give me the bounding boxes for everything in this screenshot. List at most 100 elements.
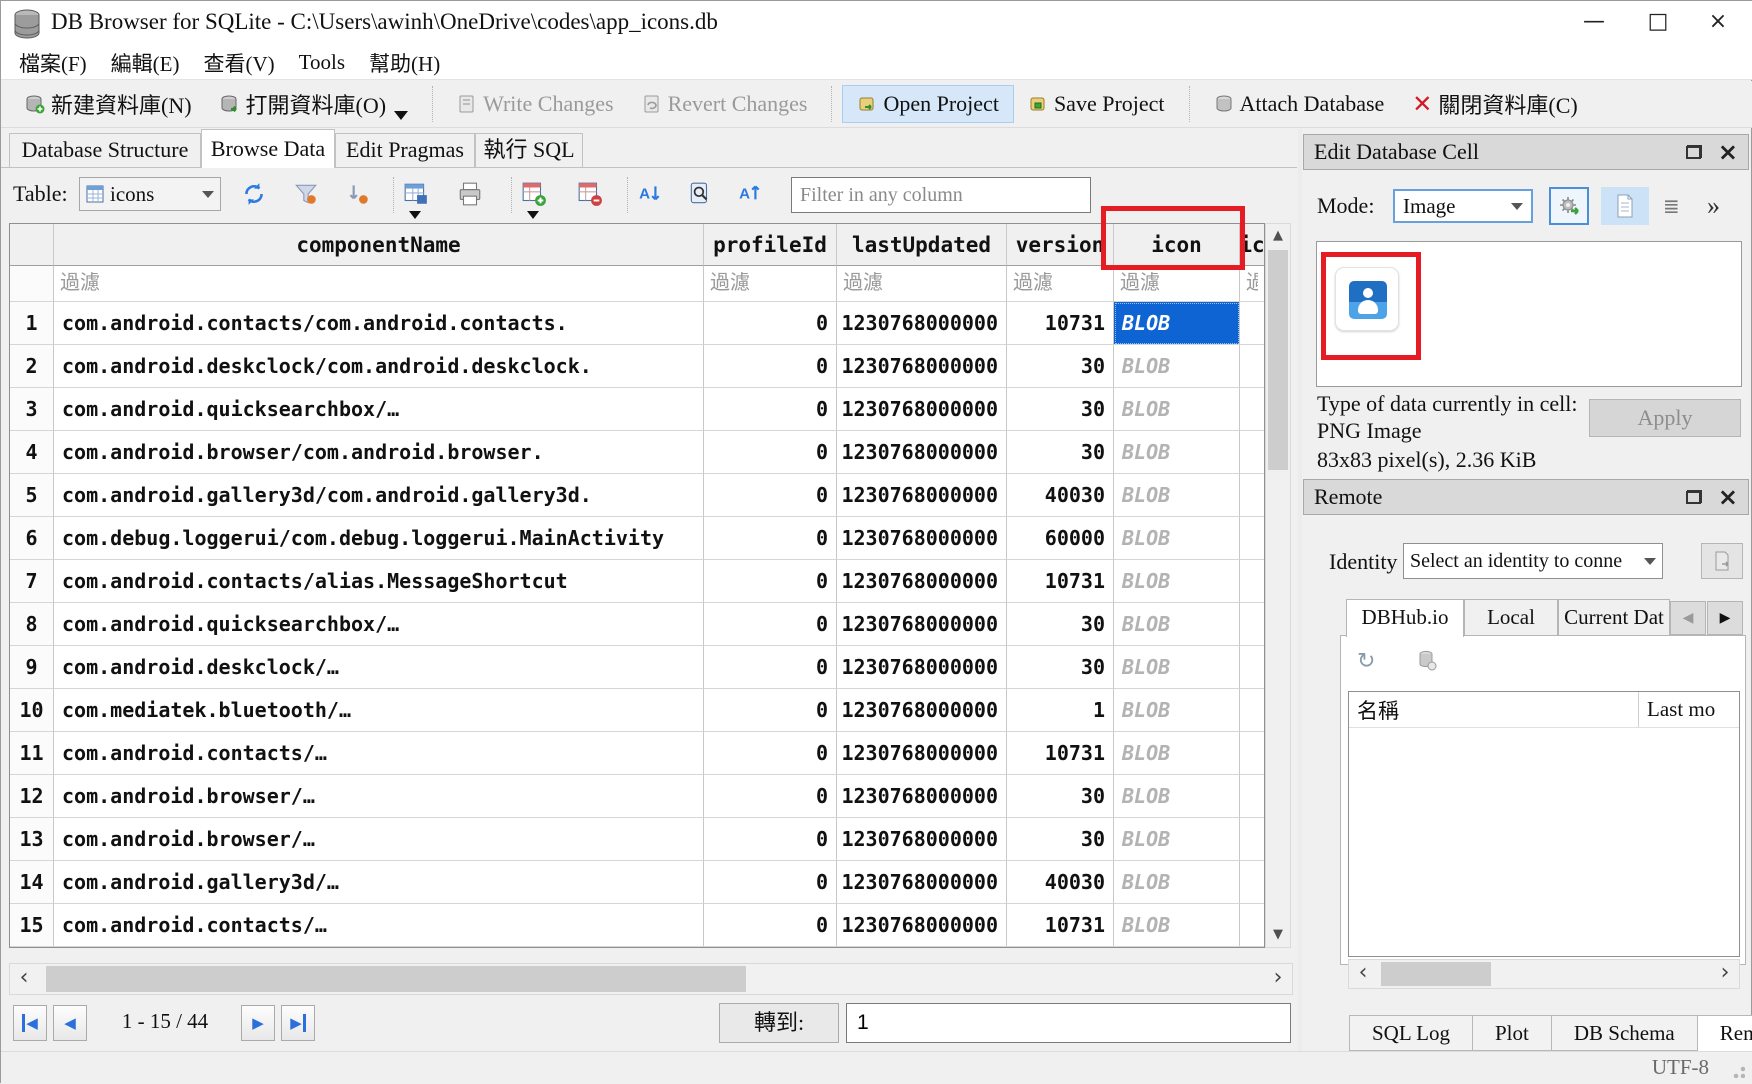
- cell-icon-blob[interactable]: BLOB: [1114, 431, 1240, 474]
- cell-partial[interactable]: [1240, 302, 1264, 345]
- refresh-icon[interactable]: ↻: [1357, 649, 1375, 674]
- cell-profileid[interactable]: 0: [704, 775, 837, 818]
- cell-icon-blob[interactable]: BLOB: [1114, 345, 1240, 388]
- tab-scroll-right-icon[interactable]: ▶: [1707, 601, 1743, 635]
- cell-lastupdated[interactable]: 1230768000000: [837, 732, 1007, 775]
- cell-version[interactable]: 10731: [1007, 904, 1114, 947]
- remote-tab-dbhub[interactable]: DBHub.io: [1346, 599, 1464, 637]
- refresh-icon[interactable]: [241, 181, 267, 207]
- cell-partial[interactable]: [1240, 388, 1264, 431]
- cell-lastupdated[interactable]: 1230768000000: [837, 560, 1007, 603]
- delete-record-icon[interactable]: [577, 181, 603, 207]
- cell-lastupdated[interactable]: 1230768000000: [837, 431, 1007, 474]
- menu-item[interactable]: 檔案(F): [7, 46, 99, 79]
- cell-lastupdated[interactable]: 1230768000000: [837, 775, 1007, 818]
- revert-changes-button[interactable]: Revert Changes: [628, 86, 822, 122]
- row-number[interactable]: 1: [10, 302, 54, 345]
- cell-componentname[interactable]: com.android.quicksearchbox/…: [54, 388, 704, 431]
- cell-partial[interactable]: [1240, 732, 1264, 775]
- menu-item[interactable]: 編輯(E): [99, 46, 192, 79]
- mode-select[interactable]: Image: [1393, 189, 1533, 223]
- cell-componentname[interactable]: com.android.gallery3d/…: [54, 861, 704, 904]
- tree-column-name[interactable]: 名稱: [1349, 692, 1639, 727]
- resize-grip[interactable]: [1731, 1064, 1745, 1078]
- cell-profileid[interactable]: 0: [704, 431, 837, 474]
- cell-icon-blob[interactable]: BLOB: [1114, 302, 1240, 345]
- import-data-button[interactable]: [1549, 187, 1589, 225]
- global-filter-input[interactable]: [791, 177, 1091, 213]
- apply-button[interactable]: Apply: [1589, 399, 1741, 437]
- remote-tab-local[interactable]: Local: [1464, 599, 1558, 635]
- cell-componentname[interactable]: com.debug.loggerui/com.debug.loggerui.Ma…: [54, 517, 704, 560]
- cell-lastupdated[interactable]: 1230768000000: [837, 345, 1007, 388]
- identity-select[interactable]: Select an identity to conne: [1403, 543, 1663, 579]
- insert-record-dropdown-icon[interactable]: [527, 211, 539, 219]
- row-number[interactable]: 15: [10, 904, 54, 947]
- save-project-button[interactable]: Save Project: [1014, 86, 1179, 122]
- filter-profileid-input[interactable]: [704, 266, 836, 301]
- tab-db-schema[interactable]: DB Schema: [1552, 1015, 1698, 1051]
- cell-version[interactable]: 30: [1007, 431, 1114, 474]
- encoding-selector[interactable]: UTF-8: [1652, 1055, 1709, 1080]
- cell-lastupdated[interactable]: 1230768000000: [837, 388, 1007, 431]
- cell-componentname[interactable]: com.android.contacts/…: [54, 732, 704, 775]
- cell-profileid[interactable]: 0: [704, 861, 837, 904]
- cell-icon-blob[interactable]: BLOB: [1114, 646, 1240, 689]
- first-page-button[interactable]: ◀: [13, 1005, 47, 1041]
- new-database-button[interactable]: 新建資料庫(N): [11, 83, 206, 125]
- cell-partial[interactable]: [1240, 345, 1264, 388]
- cell-profileid[interactable]: 0: [704, 603, 837, 646]
- tab-execute-sql[interactable]: 執行 SQL: [475, 133, 583, 167]
- remote-file-tree[interactable]: 名稱 Last mo: [1348, 691, 1740, 957]
- cell-lastupdated[interactable]: 1230768000000: [837, 517, 1007, 560]
- row-number[interactable]: 11: [10, 732, 54, 775]
- goto-record-input[interactable]: [846, 1003, 1291, 1043]
- tree-column-last-modified[interactable]: Last mo: [1639, 697, 1715, 722]
- close-button[interactable]: ×: [1689, 1, 1747, 43]
- float-panel-icon[interactable]: [1686, 490, 1702, 504]
- close-panel-icon[interactable]: ×: [1718, 487, 1738, 507]
- grid-horizontal-scrollbar[interactable]: ‹ ›: [9, 963, 1293, 995]
- menu-item[interactable]: Tools: [287, 46, 357, 79]
- close-database-button[interactable]: ✕ 關閉資料庫(C): [1398, 83, 1591, 125]
- cell-profileid[interactable]: 0: [704, 302, 837, 345]
- cell-componentname[interactable]: com.android.quicksearchbox/…: [54, 603, 704, 646]
- menu-item[interactable]: 查看(V): [192, 46, 287, 79]
- corner-header[interactable]: [10, 224, 54, 266]
- cell-partial[interactable]: [1240, 474, 1264, 517]
- cell-version[interactable]: 60000: [1007, 517, 1114, 560]
- cell-componentname[interactable]: com.android.browser/com.android.browser.: [54, 431, 704, 474]
- row-number[interactable]: 8: [10, 603, 54, 646]
- previous-page-button[interactable]: ◀: [53, 1005, 87, 1041]
- column-header-lastupdated[interactable]: lastUpdated: [837, 224, 1007, 266]
- panel-splitter[interactable]: [1298, 129, 1302, 1084]
- text-mode-button[interactable]: [1601, 187, 1649, 225]
- scroll-left-icon[interactable]: ‹: [10, 964, 38, 994]
- cell-partial[interactable]: [1240, 689, 1264, 732]
- sort-az-icon[interactable]: A: [637, 181, 663, 207]
- filter-icon-input[interactable]: [1114, 266, 1239, 301]
- scroll-left-icon[interactable]: ‹: [1349, 960, 1377, 988]
- close-panel-icon[interactable]: ×: [1718, 142, 1738, 162]
- menu-item[interactable]: 幫助(H): [357, 46, 452, 79]
- cell-profileid[interactable]: 0: [704, 345, 837, 388]
- scrollbar-thumb[interactable]: [1381, 962, 1491, 986]
- cell-icon-blob[interactable]: BLOB: [1114, 775, 1240, 818]
- tab-edit-pragmas[interactable]: Edit Pragmas: [335, 133, 475, 167]
- row-number[interactable]: 3: [10, 388, 54, 431]
- cell-partial[interactable]: [1240, 775, 1264, 818]
- cell-partial[interactable]: [1240, 818, 1264, 861]
- scrollbar-thumb[interactable]: [46, 966, 746, 992]
- open-database-button[interactable]: 打開資料庫(O): [206, 83, 423, 125]
- clear-sort-icon[interactable]: [345, 181, 371, 207]
- cell-componentname[interactable]: com.android.browser/…: [54, 775, 704, 818]
- cell-componentname[interactable]: com.android.browser/…: [54, 818, 704, 861]
- cell-profileid[interactable]: 0: [704, 646, 837, 689]
- cell-profileid[interactable]: 0: [704, 560, 837, 603]
- cell-version[interactable]: 30: [1007, 646, 1114, 689]
- maximize-button[interactable]: □: [1629, 1, 1687, 43]
- filter-lastupdated-input[interactable]: [837, 266, 1006, 301]
- cell-version[interactable]: 30: [1007, 388, 1114, 431]
- cell-version[interactable]: 10731: [1007, 302, 1114, 345]
- cell-profileid[interactable]: 0: [704, 474, 837, 517]
